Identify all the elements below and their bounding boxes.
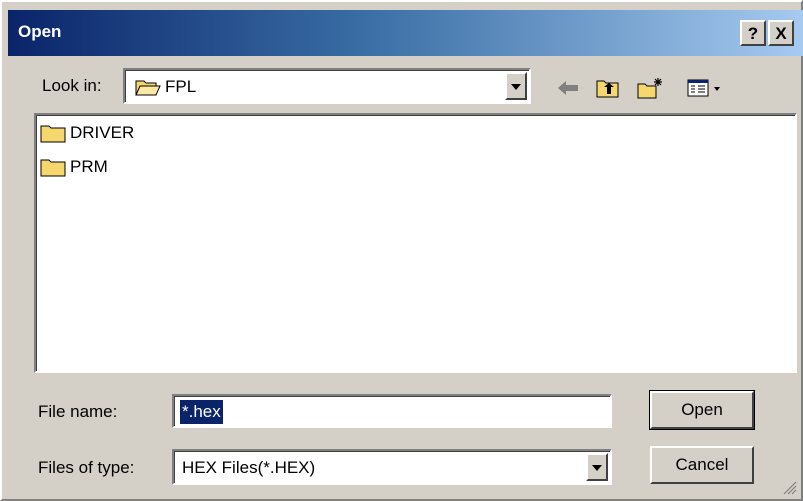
- look-in-label: Look in:: [42, 76, 102, 95]
- resize-grip-icon[interactable]: [781, 479, 797, 495]
- open-button[interactable]: Open: [649, 390, 755, 430]
- list-item-label: DRIVER: [70, 123, 135, 142]
- window-title: Open: [18, 22, 62, 41]
- files-of-type-label: Files of type:: [38, 458, 135, 477]
- files-of-type-dropdown-button[interactable]: [586, 453, 608, 481]
- look-in-value: FPL: [165, 77, 197, 96]
- help-button[interactable]: ?: [740, 20, 766, 46]
- list-item[interactable]: PRM: [40, 155, 108, 179]
- title-bar[interactable]: Open ? X: [8, 10, 803, 56]
- new-folder-icon[interactable]: [636, 76, 664, 100]
- view-menu-icon[interactable]: [686, 76, 724, 100]
- file-name-label: File name:: [38, 402, 118, 421]
- back-arrow-icon[interactable]: [554, 76, 582, 100]
- open-folder-icon: [135, 80, 161, 96]
- files-of-type-value: HEX Files(*.HEX): [182, 458, 316, 477]
- open-dialog: Open ? X Look in: FPL DRIVER PRM File na…: [0, 0, 803, 501]
- list-item[interactable]: DRIVER: [40, 121, 134, 145]
- look-in-dropdown[interactable]: FPL: [123, 68, 531, 104]
- list-item-label: PRM: [70, 157, 108, 176]
- file-name-value: *.hex: [180, 400, 223, 424]
- cancel-button[interactable]: Cancel: [650, 446, 754, 484]
- file-list[interactable]: DRIVER PRM: [34, 113, 797, 373]
- files-of-type-dropdown[interactable]: HEX Files(*.HEX): [172, 449, 612, 485]
- look-in-dropdown-button[interactable]: [505, 72, 527, 100]
- close-button[interactable]: X: [768, 20, 794, 46]
- folder-icon: [40, 159, 66, 177]
- up-folder-icon[interactable]: [594, 76, 622, 100]
- folder-icon: [40, 125, 66, 143]
- file-name-input[interactable]: *.hex: [172, 394, 612, 428]
